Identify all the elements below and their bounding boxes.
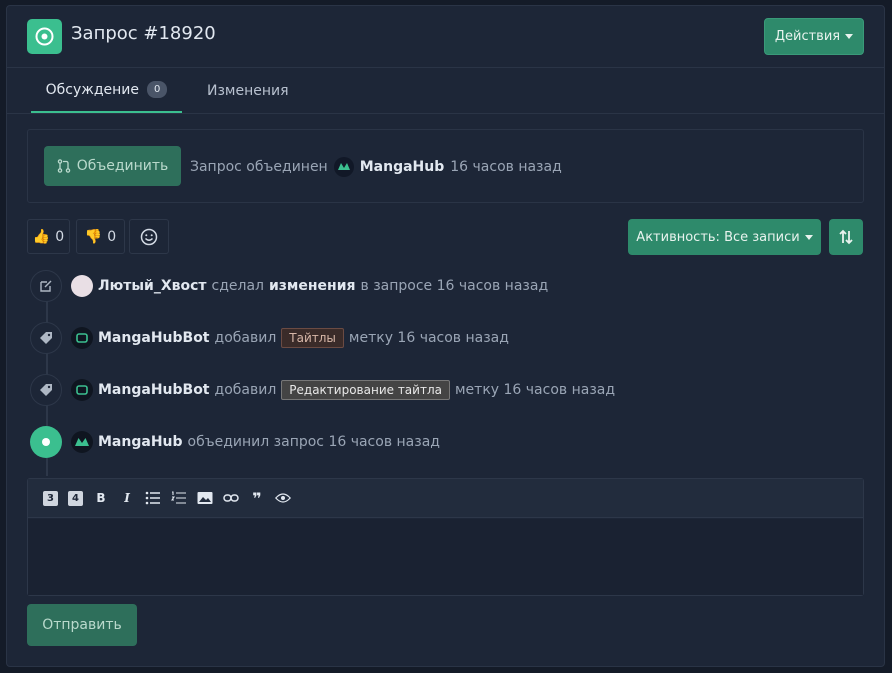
- dislike-button[interactable]: 👎 0: [76, 219, 125, 254]
- page-title: Запрос #18920: [71, 23, 216, 44]
- merge-author[interactable]: MangaHub: [360, 159, 445, 175]
- timeline-action: добавил: [214, 382, 277, 398]
- image-icon[interactable]: [197, 490, 213, 506]
- timeline-time: метку 16 часов назад: [348, 330, 509, 346]
- actions-dropdown-button[interactable]: Действия: [764, 18, 864, 55]
- request-card: Запрос #18920 Действия Обсуждение 0 Изме…: [6, 5, 885, 667]
- merge-button-label: Объединить: [76, 158, 169, 174]
- label-chip[interactable]: Тайтлы: [281, 328, 344, 348]
- edit-event-icon: [30, 270, 62, 302]
- timeline-item: Лютый_Хвост сделал изменения в запросе 1…: [71, 274, 548, 298]
- request-status-icon: [27, 19, 62, 54]
- italic-button[interactable]: I: [119, 490, 135, 506]
- timeline-item: MangaHub объединил запрос 16 часов назад: [71, 430, 440, 454]
- bot-avatar: [71, 327, 93, 349]
- timeline-time: в запросе 16 часов назад: [360, 278, 549, 294]
- timeline-user[interactable]: MangaHubBot: [98, 382, 210, 398]
- send-button[interactable]: Отправить: [27, 604, 137, 646]
- merge-icon: [57, 159, 70, 173]
- mangahub-logo-icon: [333, 157, 354, 177]
- discussion-count-badge: 0: [147, 81, 168, 98]
- timeline-action: сделал: [211, 278, 264, 294]
- editor-toolbar: 3 4 B I ❞: [28, 479, 863, 518]
- tabs: Обсуждение 0 Изменения: [31, 68, 883, 113]
- heading-4-button[interactable]: 4: [68, 490, 83, 506]
- like-button[interactable]: 👍 0: [27, 219, 70, 254]
- merge-status: Запрос объединен MangaHub 16 часов назад: [190, 157, 562, 177]
- actions-label: Действия: [774, 29, 841, 44]
- avatar: [71, 275, 93, 297]
- add-reaction-button[interactable]: [129, 219, 169, 254]
- timeline-item: MangaHubBot добавил Тайтлы метку 16 часо…: [71, 326, 509, 350]
- merge-box: Объединить Запрос объединен MangaHub 16 …: [27, 129, 864, 203]
- quote-button[interactable]: ❞: [249, 489, 265, 508]
- dislike-count: 0: [107, 228, 117, 245]
- bot-avatar: [71, 379, 93, 401]
- timeline-item: MangaHubBot добавил Редактирование тайтл…: [71, 378, 615, 402]
- header: Запрос #18920 Действия: [7, 6, 884, 68]
- numbered-list-icon[interactable]: [171, 490, 187, 506]
- tabs-divider: [7, 113, 884, 114]
- merge-time: 16 часов назад: [450, 159, 562, 175]
- link-icon[interactable]: [223, 490, 239, 506]
- tag-icon: [30, 374, 62, 406]
- tab-discussion[interactable]: Обсуждение 0: [31, 68, 182, 113]
- sort-arrows-icon: [839, 229, 853, 245]
- like-count: 0: [55, 228, 65, 245]
- smiley-icon: [140, 228, 158, 245]
- merged-event-icon: [30, 426, 62, 458]
- merge-button[interactable]: Объединить: [44, 146, 181, 186]
- tag-icon: [30, 322, 62, 354]
- timeline-time: метку 16 часов назад: [454, 382, 616, 398]
- timeline-action: добавил: [214, 330, 277, 346]
- comment-textarea[interactable]: [28, 519, 863, 595]
- comment-editor: 3 4 B I ❞: [27, 478, 864, 596]
- bold-button[interactable]: B: [93, 490, 109, 506]
- heading-3-button[interactable]: 3: [43, 490, 58, 506]
- timeline-changes-link[interactable]: изменения: [269, 278, 356, 294]
- timeline-user[interactable]: MangaHub: [98, 434, 183, 450]
- mangahub-avatar: [71, 431, 93, 453]
- timeline-user[interactable]: Лютый_Хвост: [98, 278, 207, 294]
- sort-order-button[interactable]: [829, 219, 863, 255]
- merge-status-text: Запрос объединен: [190, 159, 328, 175]
- tab-discussion-label: Обсуждение: [45, 81, 140, 98]
- thumbs-down-icon: 👎: [84, 228, 103, 245]
- caret-down-icon: [845, 34, 854, 39]
- label-chip[interactable]: Редактирование тайтла: [281, 380, 450, 400]
- bullet-list-icon[interactable]: [145, 490, 161, 506]
- timeline-action: объединил запрос 16 часов назад: [187, 434, 440, 450]
- tab-changes[interactable]: Изменения: [207, 68, 289, 113]
- preview-eye-icon[interactable]: [275, 490, 291, 506]
- activity-filter-label: Активность: Все записи: [636, 229, 800, 245]
- thumbs-up-icon: 👍: [32, 228, 51, 245]
- caret-down-icon: [804, 234, 813, 240]
- timeline-user[interactable]: MangaHubBot: [98, 330, 210, 346]
- activity-filter-dropdown[interactable]: Активность: Все записи: [628, 219, 821, 255]
